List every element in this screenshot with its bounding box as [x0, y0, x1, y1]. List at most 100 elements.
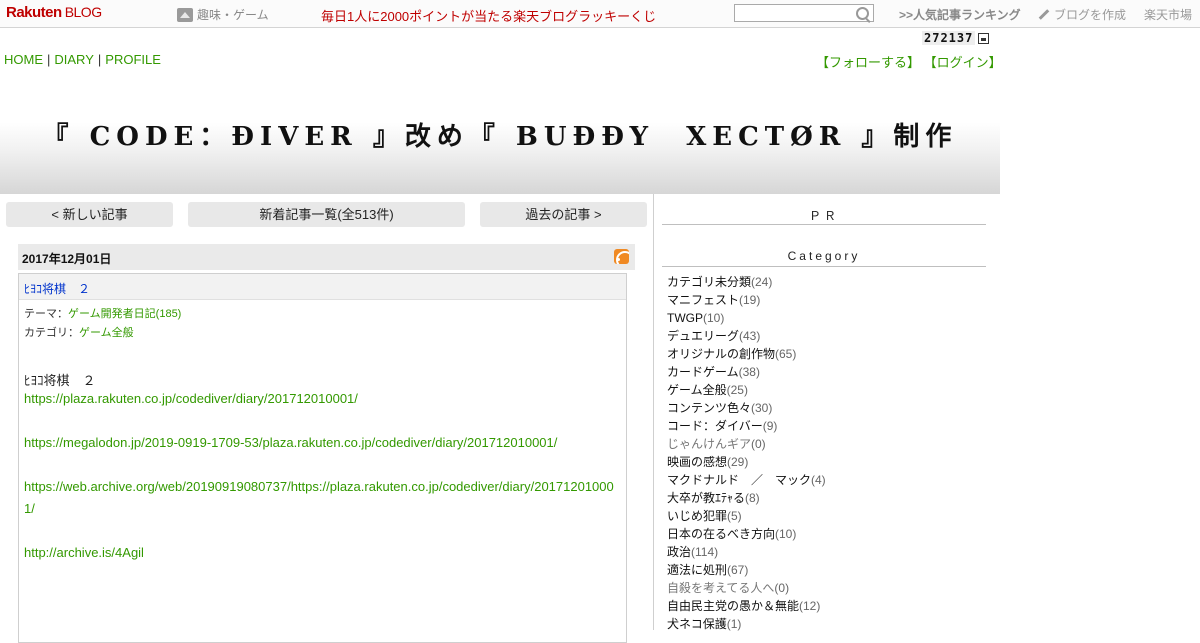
category-name[interactable]: マニフェスト — [667, 293, 739, 307]
auth-links: 【フォローする】 【ログイン】 — [816, 52, 1002, 71]
entry-date: 2017年12月01日 — [22, 252, 112, 266]
category-name[interactable]: 自由民主党の愚か＆無能 — [667, 599, 799, 613]
category-count: (25) — [726, 383, 748, 397]
blog-nav: HOME | DIARY | PROFILE — [4, 52, 161, 67]
theme-label: テーマ： — [24, 308, 68, 320]
category-name[interactable]: 日本の在るべき方向 — [667, 527, 775, 541]
counter-icon[interactable] — [978, 32, 990, 44]
category-name[interactable]: コンテンツ色々 — [667, 401, 751, 415]
category-name[interactable]: ゲーム全般 — [667, 383, 727, 397]
entry-link[interactable]: https://web.archive.org/web/201909190807… — [24, 476, 619, 520]
category-item[interactable]: 適法に処刑(67) — [667, 561, 826, 579]
category-count: (1) — [726, 617, 742, 631]
category-item[interactable]: 日本の在るべき方向(10) — [667, 525, 826, 543]
category-name[interactable]: オリジナルの創作物 — [667, 347, 775, 361]
blog-title[interactable]: 『 CODE：ÐIVER 』改め『 BUÐÐY XECTØR 』制作 — [0, 116, 1000, 153]
category-name[interactable]: 自殺を考えてる人へ — [667, 581, 774, 595]
category-item[interactable]: じゃんけんギア(0) — [667, 435, 826, 453]
category-item[interactable]: カードゲーム(38) — [667, 363, 826, 381]
category-item[interactable]: ゲーム全般(25) — [667, 381, 826, 399]
nav-home[interactable]: HOME — [4, 52, 43, 67]
category-name[interactable]: 大卒が教ｴﾃｬる — [667, 491, 745, 505]
entry-link[interactable]: https://plaza.rakuten.co.jp/codediver/di… — [24, 388, 619, 410]
category-count: (0) — [774, 581, 790, 595]
hobby-category-link[interactable]: 趣味・ゲーム — [177, 6, 269, 23]
rakuten-market-link[interactable]: 楽天市場 — [1144, 6, 1192, 23]
category-label: カテゴリ： — [24, 327, 79, 339]
category-item[interactable]: デュエリーグ(43) — [667, 327, 826, 345]
counter-value: 272137 — [922, 31, 976, 45]
entry-titlebar: ﾋﾖｺ将棋 ２ — [19, 274, 626, 300]
older-entry-button[interactable]: 過去の記事 > — [480, 202, 647, 227]
popular-ranking-link[interactable]: >>人気記事ランキング — [899, 6, 1021, 23]
category-link[interactable]: ゲーム全般 — [79, 327, 134, 339]
entry-category: カテゴリ：ゲーム全般 — [24, 324, 134, 340]
category-count: (4) — [811, 473, 826, 487]
entry-link[interactable]: http://archive.is/4Agil — [24, 542, 619, 564]
category-name[interactable]: カテゴリ未分類 — [667, 275, 751, 289]
category-name[interactable]: 犬ネコ保護 — [667, 617, 727, 631]
category-count: (0) — [751, 437, 766, 451]
category-count: (29) — [727, 455, 749, 469]
category-item[interactable]: 自由民主党の愚か＆無能(12) — [667, 597, 826, 615]
category-count: (10) — [775, 527, 797, 541]
category-count: (8) — [745, 491, 760, 505]
category-name[interactable]: コード：ダイバー — [667, 419, 763, 433]
category-name[interactable]: 適法に処刑 — [667, 563, 727, 577]
nav-diary[interactable]: DIARY — [54, 52, 94, 67]
category-name[interactable]: じゃんけんギア — [667, 437, 751, 451]
category-item[interactable]: マクドナルド ／ マック(4) — [667, 471, 826, 489]
category-name[interactable]: デュエリーグ — [667, 329, 739, 343]
search-input[interactable] — [734, 4, 874, 22]
column-divider — [653, 194, 654, 630]
category-name[interactable]: いじめ犯罪 — [667, 509, 727, 523]
search-icon[interactable] — [856, 7, 869, 20]
category-count: (30) — [751, 401, 773, 415]
category-name[interactable]: カードゲーム — [667, 365, 739, 379]
category-item[interactable]: オリジナルの創作物(65) — [667, 345, 826, 363]
theme-link[interactable]: ゲーム開発者日記(185) — [68, 308, 181, 320]
category-item[interactable]: コード：ダイバー(9) — [667, 417, 826, 435]
nav-separator: | — [47, 52, 51, 67]
follow-link[interactable]: 【フォローする】 — [816, 55, 920, 70]
ranking-label: >>人気記事ランキング — [899, 8, 1021, 22]
logo-sub: BLOG — [64, 4, 102, 20]
hobby-label: 趣味・ゲーム — [197, 8, 269, 22]
logo-main: Rakuten — [6, 4, 62, 21]
create-blog-link[interactable]: ブログを作成 — [1038, 6, 1126, 23]
entry-list-button[interactable]: 新着記事一覧(全513件) — [188, 202, 465, 227]
entry-title[interactable]: ﾋﾖｺ将棋 ２ — [24, 280, 90, 297]
category-count: (12) — [799, 599, 821, 613]
blog-banner: 『 CODE：ÐIVER 』改め『 BUÐÐY XECTØR 』制作 — [0, 75, 1000, 194]
category-count: (38) — [738, 365, 760, 379]
entry-link[interactable]: https://megalodon.jp/2019-0919-1709-53/p… — [24, 432, 619, 454]
category-item[interactable]: 映画の感想(29) — [667, 453, 826, 471]
category-count: (9) — [762, 419, 778, 433]
category-item[interactable]: 自殺を考えてる人へ(0) — [667, 579, 826, 597]
category-name[interactable]: マクドナルド ／ マック — [667, 473, 811, 487]
newer-entry-button[interactable]: < 新しい記事 — [6, 202, 173, 227]
category-list: カテゴリ未分類(24) マニフェスト(19) TWGP(10) デュエリーグ(4… — [667, 273, 826, 633]
nav-profile[interactable]: PROFILE — [105, 52, 161, 67]
category-item[interactable]: コンテンツ色々(30) — [667, 399, 826, 417]
category-item[interactable]: 犬ネコ保護(1) — [667, 615, 826, 633]
rakuten-blog-logo[interactable]: Rakuten BLOG — [6, 4, 102, 21]
category-item[interactable]: いじめ犯罪(5) — [667, 507, 826, 525]
category-name[interactable]: 政治 — [667, 545, 691, 559]
rss-icon[interactable] — [614, 249, 629, 264]
category-item[interactable]: マニフェスト(19) — [667, 291, 826, 309]
category-item[interactable]: 大卒が教ｴﾃｬる(8) — [667, 489, 826, 507]
category-count: (114) — [691, 545, 719, 559]
category-count: (67) — [727, 563, 749, 577]
login-link[interactable]: 【ログイン】 — [924, 55, 1002, 70]
entry-box: ﾋﾖｺ将棋 ２ テーマ：ゲーム開発者日記(185) カテゴリ：ゲーム全般 ﾋﾖｺ… — [18, 273, 627, 643]
pencil-icon — [1038, 9, 1050, 20]
category-item[interactable]: 政治(114) — [667, 543, 826, 561]
entry-date-bar: 2017年12月01日 — [18, 244, 635, 270]
category-name[interactable]: 映画の感想 — [667, 455, 727, 469]
category-item[interactable]: TWGP(10) — [667, 309, 826, 327]
lucky-lottery-link[interactable]: 毎日1人に2000ポイントが当たる楽天ブログラッキーくじ — [321, 6, 656, 25]
image-icon — [177, 7, 193, 22]
category-item[interactable]: カテゴリ未分類(24) — [667, 273, 826, 291]
category-name[interactable]: TWGP — [667, 311, 703, 325]
